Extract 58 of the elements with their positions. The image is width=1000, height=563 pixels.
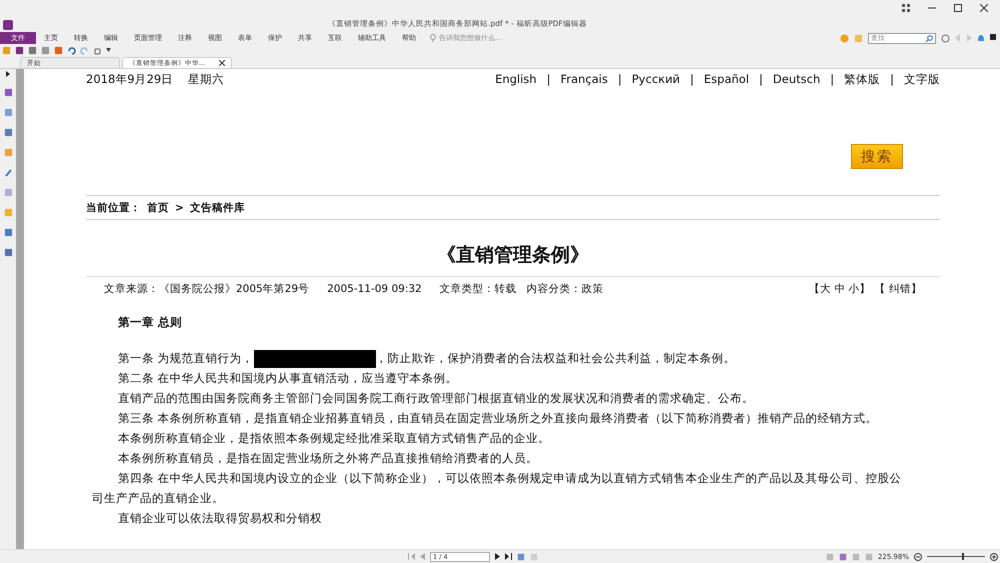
last-page-icon[interactable]	[505, 553, 512, 560]
article-title: 《直销管理条例》	[86, 220, 940, 277]
paragraph-text: 第三条 本条例所称直销，是指直销企业招募直销员，由直销员在固定营业场所之外直接向最终消费者（以下简称消费者）推销产品的经销方式。	[117, 410, 879, 427]
separator-text: |	[618, 72, 622, 86]
weekday-text: 星期六	[188, 72, 224, 86]
paragraph-text: 第二条 在中华人民共和国境内从事直销活动，应当遵守本条例。	[117, 370, 459, 387]
chapter-heading: 第一章 总则	[117, 314, 184, 331]
correction-link[interactable]: 【 纠错】	[874, 282, 922, 296]
next-page-icon[interactable]	[495, 553, 500, 560]
language-link[interactable]: Русский	[632, 72, 680, 86]
close-icon[interactable]	[980, 4, 988, 12]
separator-text: |	[759, 72, 763, 86]
paragraph-text: 本条例所称直销企业，是指依照本条例规定经批准采取直销方式销售产品的企业。	[117, 430, 551, 447]
paragraph-text: ，防止欺诈，保护消费者的合法权益和社会公共利益，制定本条例。	[376, 351, 736, 365]
layout-icon[interactable]	[902, 4, 910, 12]
settings-icon[interactable]	[941, 34, 950, 42]
breadcrumb-arrow: >	[175, 202, 184, 214]
language-link[interactable]: 繁体版	[844, 72, 880, 86]
close-icon[interactable]	[219, 60, 225, 66]
separator-text: |	[690, 72, 694, 86]
lightbulb-icon	[430, 34, 436, 42]
category-text: 内容分类：政策	[526, 282, 604, 296]
language-link[interactable]: 文字版	[904, 72, 940, 86]
datetime-text: 2005-11-09 09:32	[327, 283, 422, 295]
breadcrumb-label: 当前位置：	[86, 200, 141, 214]
separator-text: |	[546, 72, 550, 86]
app-logo-icon	[3, 20, 13, 30]
slider-thumb[interactable]	[962, 553, 964, 560]
separator-text: |	[830, 72, 834, 86]
language-link[interactable]: English	[495, 72, 537, 86]
paragraph-text: 本条例所称直销员，是指在固定营业场所之外将产品直接推销给消费者的人员。	[117, 450, 539, 467]
paperclip-icon[interactable]	[4, 168, 12, 177]
dropdown-caret-icon[interactable]	[106, 48, 111, 52]
date-text: 2018年9月29日	[86, 72, 174, 86]
separator-text: |	[890, 72, 894, 86]
maximize-icon[interactable]	[954, 4, 962, 12]
first-page-icon[interactable]	[408, 553, 415, 560]
expand-arrow-icon[interactable]	[6, 71, 10, 77]
bell-icon[interactable]	[977, 34, 985, 42]
language-link[interactable]: Deutsch	[772, 72, 820, 86]
source-text: 文章来源：《国务院公报》2005年第29号	[104, 282, 310, 296]
previous-page-icon[interactable]	[420, 553, 425, 560]
search-icon	[926, 34, 933, 42]
search-button[interactable]: 搜索	[851, 144, 903, 169]
paragraph-text: 第一条 为规范直销行为，	[118, 351, 254, 365]
paragraph-text: 直销产品的范围由国务院商务主管部门会同国务院工商行政管理部门根据直销业的发展状况和消费者的需求确定、公布。	[117, 390, 755, 407]
language-link[interactable]: Español	[704, 72, 750, 86]
paragraph-text: 直销企业可以依法取得贸易权和分销权	[117, 510, 323, 527]
paragraph-text: 司生产产品的直销企业。	[91, 490, 225, 507]
font-size-links[interactable]: 【大 中 小】	[808, 282, 871, 296]
language-link[interactable]: Français	[560, 72, 608, 86]
breadcrumb-link[interactable]: 文告稿件库	[190, 200, 245, 214]
paragraph-text: 第四条 在中华人民共和国境内设立的企业（以下简称企业），可以依照本条例规定申请成为以直销方式销售本企业生产的产品以及其母公司、控股公	[117, 470, 903, 487]
zoom-in-icon[interactable]	[990, 552, 998, 560]
type-text: 文章类型：转载	[440, 282, 517, 296]
zoom-out-icon[interactable]	[914, 552, 922, 560]
undo-icon[interactable]	[67, 46, 76, 54]
breadcrumb-link[interactable]: 首页	[147, 200, 169, 214]
